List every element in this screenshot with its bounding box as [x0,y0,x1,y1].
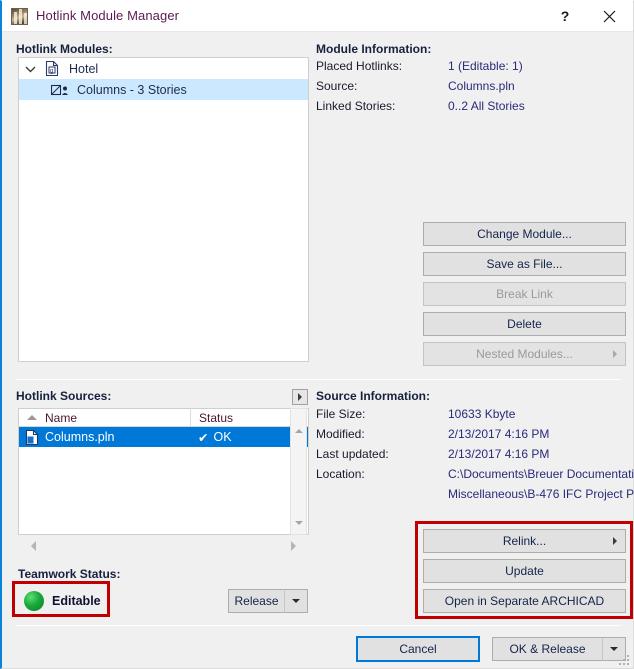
info-row: File Size: 10633 Kbyte [316,407,631,427]
window-title: Hotlink Module Manager [36,8,180,23]
resize-grip[interactable] [619,655,629,665]
change-module-button[interactable]: Change Module... [423,222,626,246]
info-key: Placed Hotlinks: [316,59,403,73]
button-label: Cancel [399,642,437,656]
help-icon[interactable]: ? [543,1,587,31]
ok-release-button[interactable]: OK & Release [492,637,602,661]
tree-item-label: Hotel [69,61,99,76]
tree-item-label: Columns - 3 Stories [77,82,187,97]
hotlink-sources-label: Hotlink Sources: [16,389,112,403]
break-link-button: Break Link [423,282,626,306]
hotlink-modules-tree[interactable]: g Hotel Columns - 3 Stories [18,57,309,362]
scroll-right-icon[interactable] [286,538,301,553]
info-key: Last updated: [316,447,389,461]
info-row: Miscellaneous\B-476 IFC Project Prefs [316,487,634,507]
hotlink-sources-list[interactable]: Name Status Columns.pln ✔ OK [18,408,309,535]
source-name: Columns.pln [45,430,115,444]
open-in-separate-archicad-button[interactable]: Open in Separate ARCHICAD [423,589,626,613]
info-row: Modified: 2/13/2017 4:16 PM [316,427,631,447]
info-key: Source: [316,79,358,93]
cancel-button[interactable]: Cancel [356,636,480,662]
hotlink-modules-label: Hotlink Modules: [16,42,113,56]
info-value: 0..2 All Stories [448,99,525,113]
chevron-right-icon [613,537,617,545]
module-icon [49,84,71,96]
info-key: Location: [316,467,365,481]
info-value: 1 (Editable: 1) [448,59,523,73]
tree-item-columns-3-stories[interactable]: Columns - 3 Stories [19,79,308,100]
info-value: 2/13/2017 4:16 PM [448,427,550,441]
relink-button[interactable]: Relink... [423,529,626,553]
hotlink-module-manager-dialog: Hotlink Module Manager ? Hotlink Modules… [0,0,634,669]
sources-horizontal-scrollbar[interactable] [18,537,309,554]
update-button[interactable]: Update [423,559,626,583]
release-button[interactable]: Release [228,589,284,613]
button-label: Break Link [496,287,553,301]
close-icon[interactable] [587,1,631,31]
info-value: 10633 Kbyte [448,407,516,421]
archicad-columns-icon [11,8,28,25]
release-split-button[interactable]: Release [228,589,308,613]
column-header-status[interactable]: Status [191,411,233,425]
info-key: File Size: [316,407,366,421]
save-as-file-button[interactable]: Save as File... [423,252,626,276]
source-information-label: Source Information: [316,389,431,403]
check-icon: ✔ [198,430,209,445]
info-row: Linked Stories: 0..2 All Stories [316,99,626,119]
chevron-right-icon [613,350,617,358]
release-dropdown-arrow[interactable] [284,589,308,613]
status-badge: ✔ OK [190,430,232,445]
annotation-box-teamwork-status: Editable [12,581,110,617]
pln-file-icon [19,429,45,445]
document-icon: g [41,61,63,76]
scroll-left-icon[interactable] [26,538,41,553]
teamwork-status-label: Teamwork Status: [18,567,121,581]
info-row: Last updated: 2/13/2017 4:16 PM [316,447,631,467]
table-row[interactable]: Columns.pln ✔ OK [19,427,308,447]
info-key: Linked Stories: [316,99,396,113]
module-information-panel: Placed Hotlinks: 1 (Editable: 1) Source:… [316,59,626,119]
info-value: Columns.pln [448,79,515,93]
scroll-down-icon[interactable] [291,515,306,530]
source-information-panel: File Size: 10633 Kbyte Modified: 2/13/20… [316,407,634,507]
sources-vertical-scrollbar[interactable] [290,408,307,535]
svg-text:g: g [50,68,53,74]
info-row: Placed Hotlinks: 1 (Editable: 1) [316,59,626,79]
button-label: Save as File... [486,257,563,271]
chevron-down-icon[interactable] [19,65,41,73]
info-value: Miscellaneous\B-476 IFC Project Prefs [448,487,634,501]
button-label: Update [505,564,544,578]
title-bar: Hotlink Module Manager ? [2,1,633,32]
sort-ascending-icon[interactable] [19,415,45,420]
teamwork-status-value: Editable [52,594,101,608]
status-text: OK [213,430,232,444]
info-row: Source: Columns.pln [316,79,626,99]
tree-item-hotel[interactable]: g Hotel [19,58,308,79]
button-label: Open in Separate ARCHICAD [444,594,605,608]
ok-release-split-button[interactable]: OK & Release [492,637,626,661]
button-label: Change Module... [477,227,572,241]
scroll-up-icon[interactable] [291,423,306,438]
expand-right-icon[interactable] [292,389,308,405]
delete-button[interactable]: Delete [423,312,626,336]
footer-divider [16,625,621,626]
status-indicator-icon [24,591,44,611]
info-key: Modified: [316,427,365,441]
column-header-name[interactable]: Name [45,411,190,425]
button-label: Relink... [502,534,547,548]
info-value: 2/13/2017 4:16 PM [448,447,550,461]
module-information-label: Module Information: [316,42,432,56]
button-label: Delete [507,317,542,331]
button-label: Nested Modules... [476,347,573,361]
sources-table-header: Name Status [18,408,309,427]
section-divider [16,379,621,380]
sources-table-body: Columns.pln ✔ OK [18,427,309,535]
info-value: C:\Documents\Breuer Documentation [448,467,634,481]
nested-modules-button: Nested Modules... [423,342,626,366]
info-row: Location: C:\Documents\Breuer Documentat… [316,467,634,487]
